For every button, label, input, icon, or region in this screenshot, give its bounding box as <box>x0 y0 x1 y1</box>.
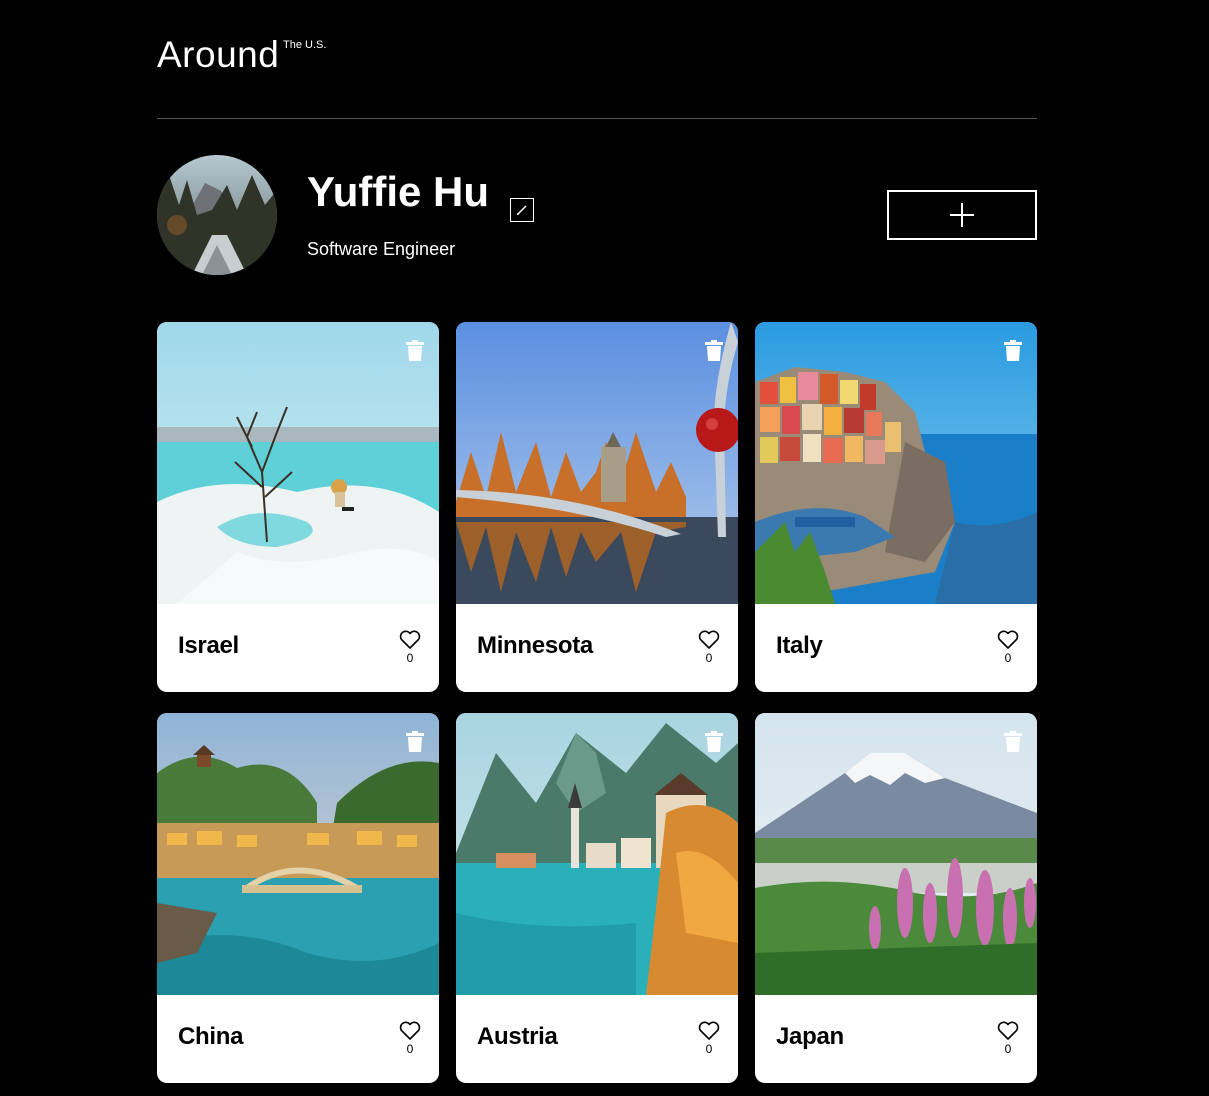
profile-name: Yuffie Hu <box>307 168 490 215</box>
cards-grid: Israel 0 Minnesota 0 Italy 0 China 0 Aus… <box>157 322 1037 1083</box>
profile-job: Software Engineer <box>307 239 456 259</box>
edit-profile-button[interactable] <box>510 198 534 222</box>
pencil-icon <box>517 205 527 215</box>
card-title: Israel <box>178 632 239 659</box>
like-count: 0 <box>705 651 713 665</box>
card-israel: Israel 0 <box>157 322 439 692</box>
like-count: 0 <box>406 651 414 665</box>
trash-icon[interactable] <box>1003 731 1023 753</box>
card-image[interactable] <box>157 713 439 995</box>
card-title: Japan <box>776 1023 844 1050</box>
avatar[interactable] <box>157 155 277 275</box>
card-image[interactable] <box>456 713 738 995</box>
heart-icon <box>997 630 1019 649</box>
add-card-button[interactable] <box>887 190 1037 240</box>
card-china: China 0 <box>157 713 439 1083</box>
card-title: Austria <box>477 1023 558 1050</box>
heart-icon <box>698 630 720 649</box>
avatar-image <box>157 155 277 275</box>
heart-icon <box>399 630 421 649</box>
card-italy: Italy 0 <box>755 322 1037 692</box>
trash-icon[interactable] <box>405 731 425 753</box>
like-count: 0 <box>705 1042 713 1056</box>
like-count: 0 <box>1004 651 1012 665</box>
trash-icon[interactable] <box>405 340 425 362</box>
profile-section: Yuffie Hu Software Engineer <box>157 155 1037 275</box>
card-minnesota: Minnesota 0 <box>456 322 738 692</box>
like-count: 0 <box>1004 1042 1012 1056</box>
heart-icon <box>399 1021 421 1040</box>
logo-superscript: The U.S. <box>283 39 327 51</box>
like-button[interactable]: 0 <box>697 630 721 665</box>
like-count: 0 <box>406 1042 414 1056</box>
card-title: Italy <box>776 632 823 659</box>
site-header: Around The U.S. <box>157 36 1037 119</box>
trash-icon[interactable] <box>704 731 724 753</box>
card-image[interactable] <box>157 322 439 604</box>
like-button[interactable]: 0 <box>398 1021 422 1056</box>
card-austria: Austria 0 <box>456 713 738 1083</box>
logo: Around <box>157 34 280 75</box>
card-title: China <box>178 1023 244 1050</box>
card-image[interactable] <box>755 322 1037 604</box>
card-japan: Japan 0 <box>755 713 1037 1083</box>
heart-icon <box>698 1021 720 1040</box>
card-image[interactable] <box>755 713 1037 995</box>
trash-icon[interactable] <box>1003 340 1023 362</box>
like-button[interactable]: 0 <box>398 630 422 665</box>
like-button[interactable]: 0 <box>697 1021 721 1056</box>
card-title: Minnesota <box>477 632 593 659</box>
like-button[interactable]: 0 <box>996 1021 1020 1056</box>
card-image[interactable] <box>456 322 738 604</box>
like-button[interactable]: 0 <box>996 630 1020 665</box>
heart-icon <box>997 1021 1019 1040</box>
trash-icon[interactable] <box>704 340 724 362</box>
